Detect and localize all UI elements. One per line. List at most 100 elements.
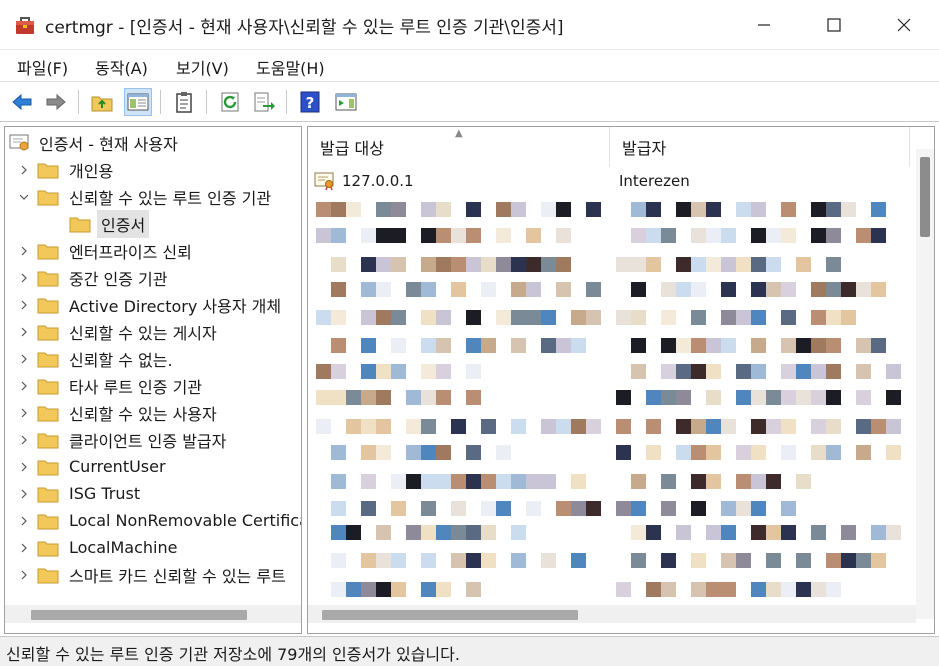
tree-item-isg-trust[interactable]: ISG Trust	[17, 480, 140, 507]
redacted-pixel	[631, 228, 646, 243]
redacted-pixel	[826, 228, 841, 243]
tree-item-client-auth-issuers[interactable]: 클라이언트 인증 발급자	[17, 426, 226, 453]
tree-item-smartcard-root[interactable]: 스마트 카드 신뢰할 수 있는 루트	[17, 561, 286, 588]
redacted-pixel	[421, 582, 436, 597]
action-pane-button[interactable]	[332, 88, 360, 116]
redacted-pixel	[361, 390, 376, 405]
expand-chevron[interactable]	[17, 514, 31, 528]
table-cell[interactable]: Interezen	[619, 169, 690, 193]
certificate-list-pane[interactable]: 발급 대상 ▲ 발급자 127.0.0.1 Interezen	[307, 126, 935, 634]
expand-chevron[interactable]	[17, 298, 31, 312]
back-button[interactable]	[8, 88, 36, 116]
redacted-pixel	[631, 338, 646, 353]
refresh-button[interactable]	[216, 88, 244, 116]
list-vertical-scrollbar[interactable]	[916, 149, 934, 619]
redacted-pixel	[871, 282, 886, 297]
redacted-pixel	[781, 202, 796, 217]
tree-root[interactable]: 인증서 - 현재 사용자	[9, 129, 178, 156]
export-list-button[interactable]	[250, 88, 278, 116]
expand-chevron[interactable]	[17, 352, 31, 366]
clipboard-button[interactable]	[170, 88, 198, 116]
redacted-pixel	[796, 257, 811, 272]
menu-action[interactable]: 동작(A)	[95, 55, 148, 79]
expand-chevron[interactable]	[17, 325, 31, 339]
forward-button[interactable]	[42, 88, 70, 116]
column-header-issued-by[interactable]: 발급자	[610, 127, 910, 167]
tree-item-certificates[interactable]: 인증서	[69, 209, 150, 238]
redacted-pixel	[361, 445, 376, 460]
redacted-pixel	[706, 582, 721, 597]
expand-chevron[interactable]	[17, 487, 31, 501]
expand-chevron[interactable]	[17, 433, 31, 447]
tree-item-personal[interactable]: 개인용	[17, 156, 113, 183]
scrollbar-thumb[interactable]	[31, 610, 247, 620]
redacted-pixel	[421, 553, 436, 568]
tree-item-trusted-root[interactable]: 신뢰할 수 있는 루트 인증 기관	[17, 183, 271, 210]
help-button[interactable]: ?	[296, 88, 324, 116]
redacted-pixel	[421, 310, 436, 325]
redacted-pixel	[826, 553, 841, 568]
tree-item-trusted-people[interactable]: 신뢰할 수 있는 사용자	[17, 399, 217, 426]
redacted-pixel	[766, 582, 781, 597]
redacted-pixel	[721, 553, 736, 568]
tree-item-trusted-publishers[interactable]: 신뢰할 수 있는 게시자	[17, 318, 217, 345]
menu-view[interactable]: 보기(V)	[176, 55, 229, 79]
folder-icon	[37, 541, 59, 556]
scrollbar-thumb[interactable]	[920, 157, 930, 237]
expand-chevron[interactable]	[17, 568, 31, 582]
redacted-pixel	[811, 390, 826, 405]
export-list-icon	[254, 92, 275, 112]
redacted-pixel	[751, 474, 766, 489]
redacted-pixel	[871, 525, 886, 540]
redacted-pixel	[586, 419, 601, 434]
show-hide-tree-button[interactable]	[124, 88, 152, 116]
redacted-pixel	[406, 419, 421, 434]
redacted-pixel	[631, 257, 646, 272]
tree-item-localmachine[interactable]: LocalMachine	[17, 534, 177, 561]
redacted-pixel	[361, 364, 376, 379]
menu-file[interactable]: 파일(F)	[17, 55, 68, 79]
expand-chevron[interactable]	[17, 163, 31, 177]
collapse-chevron[interactable]	[17, 190, 31, 204]
list-horizontal-scrollbar[interactable]	[308, 605, 916, 623]
chevron-right-icon	[21, 516, 27, 525]
redacted-pixel	[361, 553, 376, 568]
tree-item-ad-user-object[interactable]: Active Directory 사용자 개체	[17, 291, 281, 318]
minimize-icon	[758, 24, 770, 26]
redacted-pixel	[496, 501, 511, 516]
folder-icon	[37, 352, 59, 367]
tree-item-currentuser[interactable]: CurrentUser	[17, 453, 166, 480]
redacted-pixel	[856, 553, 871, 568]
expand-chevron[interactable]	[17, 460, 31, 474]
tree-item-third-party-root[interactable]: 타사 루트 인증 기관	[17, 372, 202, 399]
minimize-button[interactable]	[729, 0, 799, 50]
redacted-pixel	[661, 390, 676, 405]
expand-chevron[interactable]	[17, 406, 31, 420]
tree-item-label: 스마트 카드 신뢰할 수 있는 루트	[69, 566, 286, 586]
table-row[interactable]: 127.0.0.1	[314, 169, 414, 193]
redacted-pixel	[706, 525, 721, 540]
redacted-pixel	[331, 310, 346, 325]
close-button[interactable]	[869, 0, 939, 50]
redacted-pixel	[391, 310, 406, 325]
scrollbar-thumb[interactable]	[322, 610, 578, 620]
tree-item-untrusted[interactable]: 신뢰할 수 없는.	[17, 345, 173, 372]
redacted-pixel	[541, 310, 556, 325]
redacted-pixel	[421, 390, 436, 405]
up-level-button[interactable]	[88, 88, 116, 116]
expand-chevron[interactable]	[17, 271, 31, 285]
expand-chevron[interactable]	[17, 244, 31, 258]
expand-chevron[interactable]	[17, 541, 31, 555]
redacted-pixel	[526, 257, 541, 272]
tree-item-local-nonremovable[interactable]: Local NonRemovable Certificates	[17, 507, 301, 534]
menu-help[interactable]: 도움말(H)	[256, 55, 325, 79]
tree-item-intermediate-ca[interactable]: 중간 인증 기관	[17, 264, 168, 291]
tree-pane[interactable]: 인증서 - 현재 사용자 개인용 신뢰할 수 있는 루트 인증 기관 인증서 엔…	[4, 126, 302, 634]
redacted-pixel	[406, 525, 421, 540]
expand-chevron[interactable]	[17, 379, 31, 393]
redacted-pixel	[661, 310, 676, 325]
maximize-button[interactable]	[799, 0, 869, 50]
tree-horizontal-scrollbar[interactable]	[5, 605, 301, 623]
tree-item-enterprise-trust[interactable]: 엔터프라이즈 신뢰	[17, 237, 192, 264]
redacted-pixel	[826, 202, 841, 217]
